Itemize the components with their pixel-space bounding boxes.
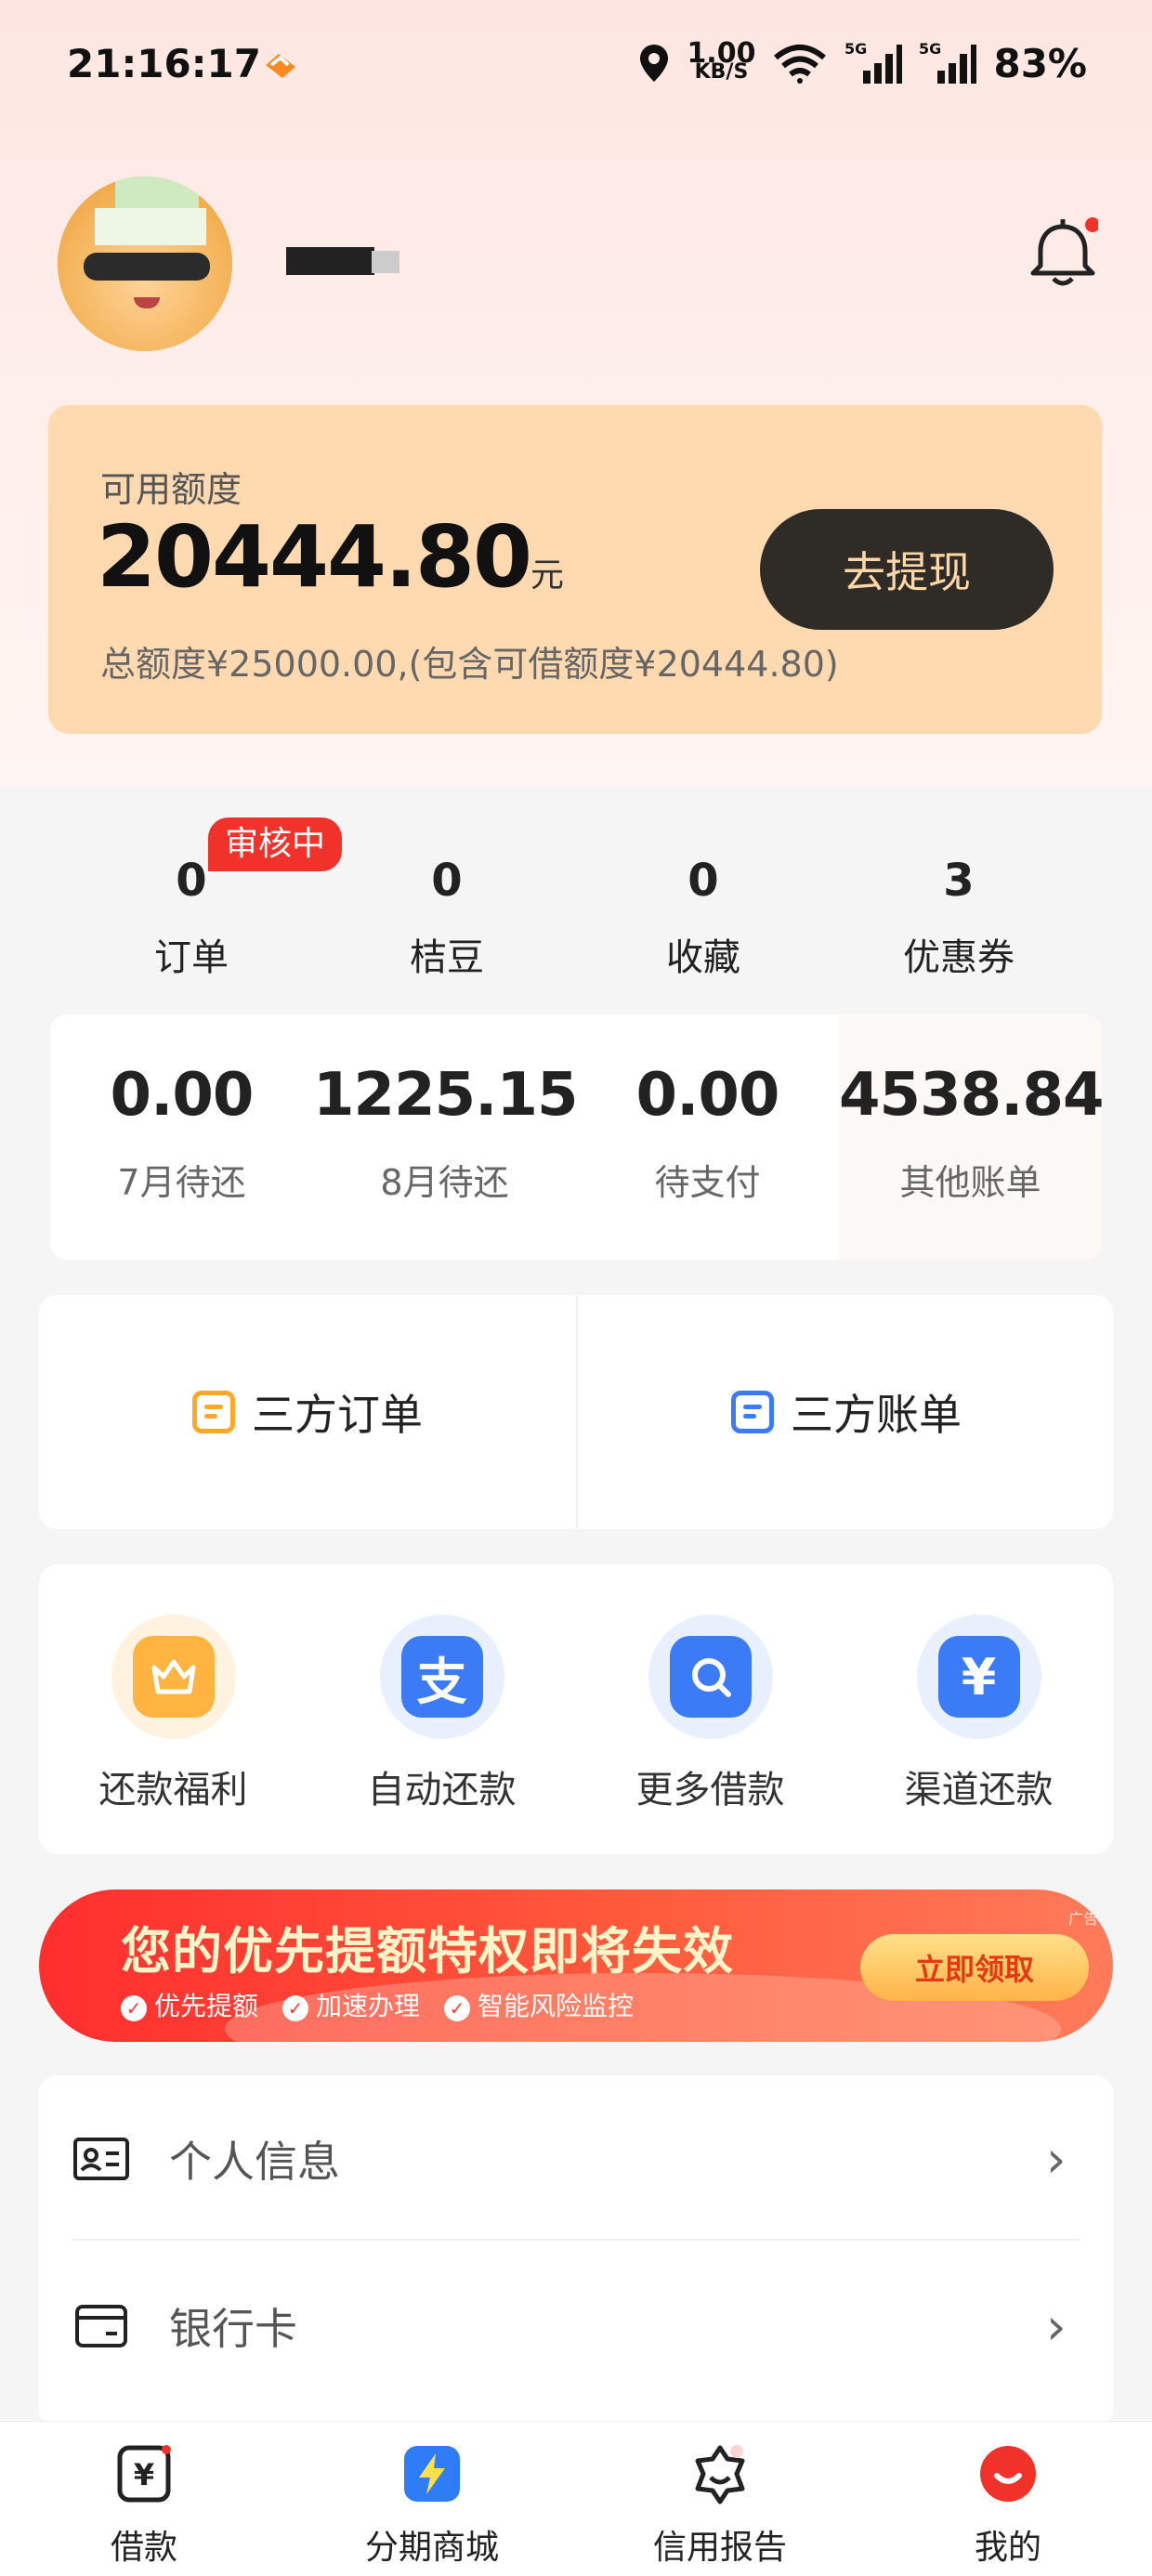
credit-summary: 总额度¥25000.00,(包含可借额度¥20444.80) [100, 644, 839, 685]
loan-icon: ¥ [117, 2445, 171, 2503]
banner-tags: 优先提额 加速办理 智能风险监控 [121, 1986, 634, 2023]
banner-tag: 加速办理 [282, 1986, 420, 2023]
network-speed: 1.00 KB/S [687, 37, 756, 84]
settings-menu: 个人信息 › 银行卡 › [39, 2075, 1113, 2428]
quick-action-channel-repay[interactable]: ¥ 渠道还款 [844, 1615, 1113, 1813]
wifi-icon [774, 45, 827, 84]
quick-action-auto-repay[interactable]: 支 自动还款 [308, 1615, 576, 1813]
menu-item-personal-info[interactable]: 个人信息 › [39, 2075, 1113, 2243]
credit-limit-card: 可用额度 20444.80元 总额度¥25000.00,(包含可借额度¥2044… [48, 405, 1102, 734]
third-party-orders-button[interactable]: 三方订单 [39, 1295, 576, 1529]
username-redacted [286, 247, 374, 275]
review-status-badge: 审核中 [208, 817, 343, 871]
banner-tag: 优先提额 [121, 1986, 258, 2023]
credit-label: 可用额度 [100, 469, 242, 510]
bills-doc-icon [731, 1391, 774, 1433]
yen-icon: ¥ [937, 1636, 1020, 1718]
third-party-panel: 三方订单 三方账单 [39, 1295, 1113, 1529]
bill-other[interactable]: 4538.84 其他账单 [839, 1014, 1102, 1260]
menu-item-bank-card[interactable]: 银行卡 › [39, 2243, 1113, 2410]
bell-icon[interactable] [1028, 214, 1098, 292]
svg-text:5G: 5G [919, 41, 941, 58]
bill-july[interactable]: 0.00 7月待还 [50, 1014, 313, 1260]
orders-doc-icon [192, 1391, 235, 1433]
status-bar: 21:16:17 1.00 KB/S 5G 5G 83% [0, 0, 1152, 130]
tab-loan[interactable]: ¥ 借款 [0, 2442, 288, 2569]
banner-tag: 智能风险监控 [444, 1986, 634, 2023]
chevron-right-icon: › [1046, 2296, 1067, 2356]
svg-text:5G: 5G [844, 41, 867, 58]
stat-favorites[interactable]: 0 收藏 [592, 836, 815, 981]
quick-action-repay-benefits[interactable]: 还款福利 [39, 1615, 308, 1813]
app-logo-icon [266, 54, 295, 78]
search-icon [669, 1636, 752, 1718]
username-redacted [372, 251, 399, 273]
id-card-icon [73, 2138, 129, 2180]
avatar[interactable] [58, 177, 232, 351]
third-party-bills-button[interactable]: 三方账单 [578, 1295, 1115, 1529]
tab-mine[interactable]: 我的 [864, 2442, 1152, 2569]
signal-5g-icon: 5G [919, 41, 977, 84]
quick-action-more-loans[interactable]: 更多借款 [576, 1615, 844, 1813]
stats-row: 0 订单 0 桔豆 0 收藏 3 优惠券 [0, 836, 1152, 1003]
status-time: 21:16:17 [67, 41, 261, 86]
stat-beans[interactable]: 0 桔豆 [335, 836, 558, 981]
notification-dot [1085, 217, 1098, 232]
bill-pending-payment[interactable]: 0.00 待支付 [576, 1014, 839, 1260]
svg-text:¥: ¥ [134, 2457, 154, 2492]
signal-5g-icon: 5G [844, 41, 903, 84]
battery-level: 83% [993, 40, 1087, 86]
stat-coupons[interactable]: 3 优惠券 [847, 836, 1070, 981]
quick-actions: 还款福利 支 自动还款 更多借款 ¥ 渠道还款 [39, 1564, 1113, 1854]
tab-mall[interactable]: 分期商城 [288, 2442, 576, 2569]
credit-report-icon [695, 2445, 745, 2504]
alipay-icon: 支 [400, 1636, 483, 1718]
mall-icon [404, 2446, 460, 2502]
mine-icon [980, 2446, 1036, 2502]
promo-banner[interactable]: 您的优先提额特权即将失效 优先提额 加速办理 智能风险监控 立即领取 广告 [39, 1890, 1113, 2042]
gift-icon [132, 1636, 215, 1718]
bill-august[interactable]: 1225.15 8月待还 [313, 1014, 579, 1260]
available-credit-amount: 20444.80元 [97, 507, 565, 607]
location-icon [640, 45, 669, 82]
chevron-right-icon: › [1046, 2129, 1067, 2189]
tab-credit-report[interactable]: 信用报告 [576, 2442, 864, 2569]
ad-label: 广告 [1068, 1910, 1099, 1928]
bottom-tab-bar: ¥ 借款 分期商城 信用报告 我的 [0, 2421, 1152, 2576]
bank-card-icon [75, 2305, 127, 2347]
currency-unit: 元 [530, 556, 565, 595]
withdraw-button[interactable]: 去提现 [760, 509, 1054, 630]
bills-summary: 0.00 7月待还 1225.15 8月待还 0.00 待支付 4538.84 … [50, 1014, 1102, 1260]
claim-now-button[interactable]: 立即领取 [860, 1934, 1089, 2001]
banner-title: 您的优先提额特权即将失效 [121, 1922, 734, 1981]
